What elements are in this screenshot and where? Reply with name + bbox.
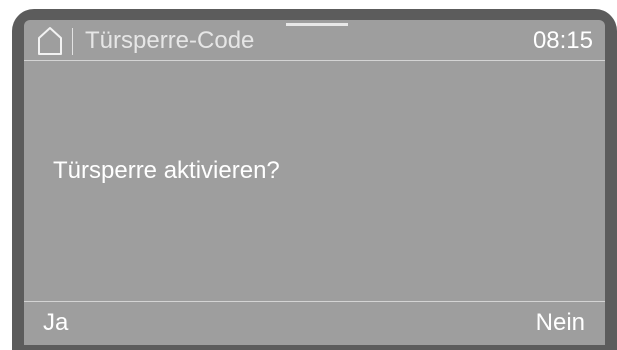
no-button[interactable]: Nein — [536, 309, 585, 337]
appliance-display: Türsperre-Code 08:15 Türsperre aktiviere… — [0, 0, 617, 350]
display-screen: Türsperre-Code 08:15 Türsperre aktiviere… — [24, 20, 605, 345]
yes-button[interactable]: Ja — [43, 309, 68, 337]
page-title: Türsperre-Code — [85, 27, 255, 54]
header-separator — [72, 28, 73, 55]
home-icon — [38, 27, 62, 55]
footer-divider — [24, 301, 605, 302]
confirmation-prompt: Türsperre aktivieren? — [53, 157, 280, 184]
header-bar: Türsperre-Code 08:15 — [24, 20, 605, 61]
clock-time: 08:15 — [532, 27, 593, 54]
home-button[interactable] — [36, 26, 64, 56]
header-divider — [24, 60, 605, 61]
